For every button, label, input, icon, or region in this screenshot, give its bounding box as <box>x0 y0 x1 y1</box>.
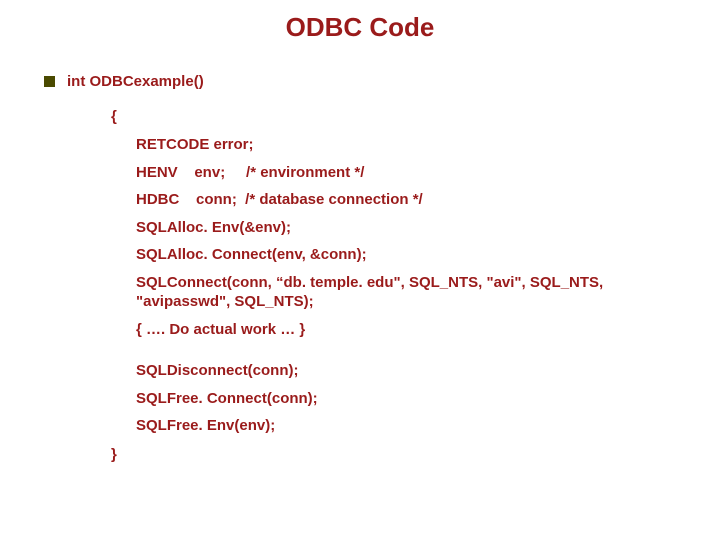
code-line: SQLAlloc. Connect(env, &conn); <box>136 245 700 265</box>
open-brace: { <box>111 108 700 125</box>
function-signature: int ODBCexample() <box>67 73 204 90</box>
code-line: SQLFree. Connect(conn); <box>136 389 700 409</box>
code-line: SQLConnect(conn, “db. temple. edu", SQL_… <box>136 273 700 312</box>
code-line: SQLAlloc. Env(&env); <box>136 218 700 238</box>
code-line: SQLDisconnect(conn); <box>136 361 700 381</box>
function-signature-row: int ODBCexample() <box>44 73 700 90</box>
page-title: ODBC Code <box>0 12 720 43</box>
close-brace: } <box>111 446 700 463</box>
spacer <box>44 347 700 361</box>
content-area: int ODBCexample() { RETCODE error; HENV … <box>0 73 720 463</box>
bullet-icon <box>44 76 55 87</box>
code-line: RETCODE error; <box>136 135 700 155</box>
code-line: { …. Do actual work … } <box>136 320 700 340</box>
code-line: HDBC conn; /* database connection */ <box>136 190 700 210</box>
code-line: HENV env; /* environment */ <box>136 163 700 183</box>
code-line: SQLFree. Env(env); <box>136 416 700 436</box>
